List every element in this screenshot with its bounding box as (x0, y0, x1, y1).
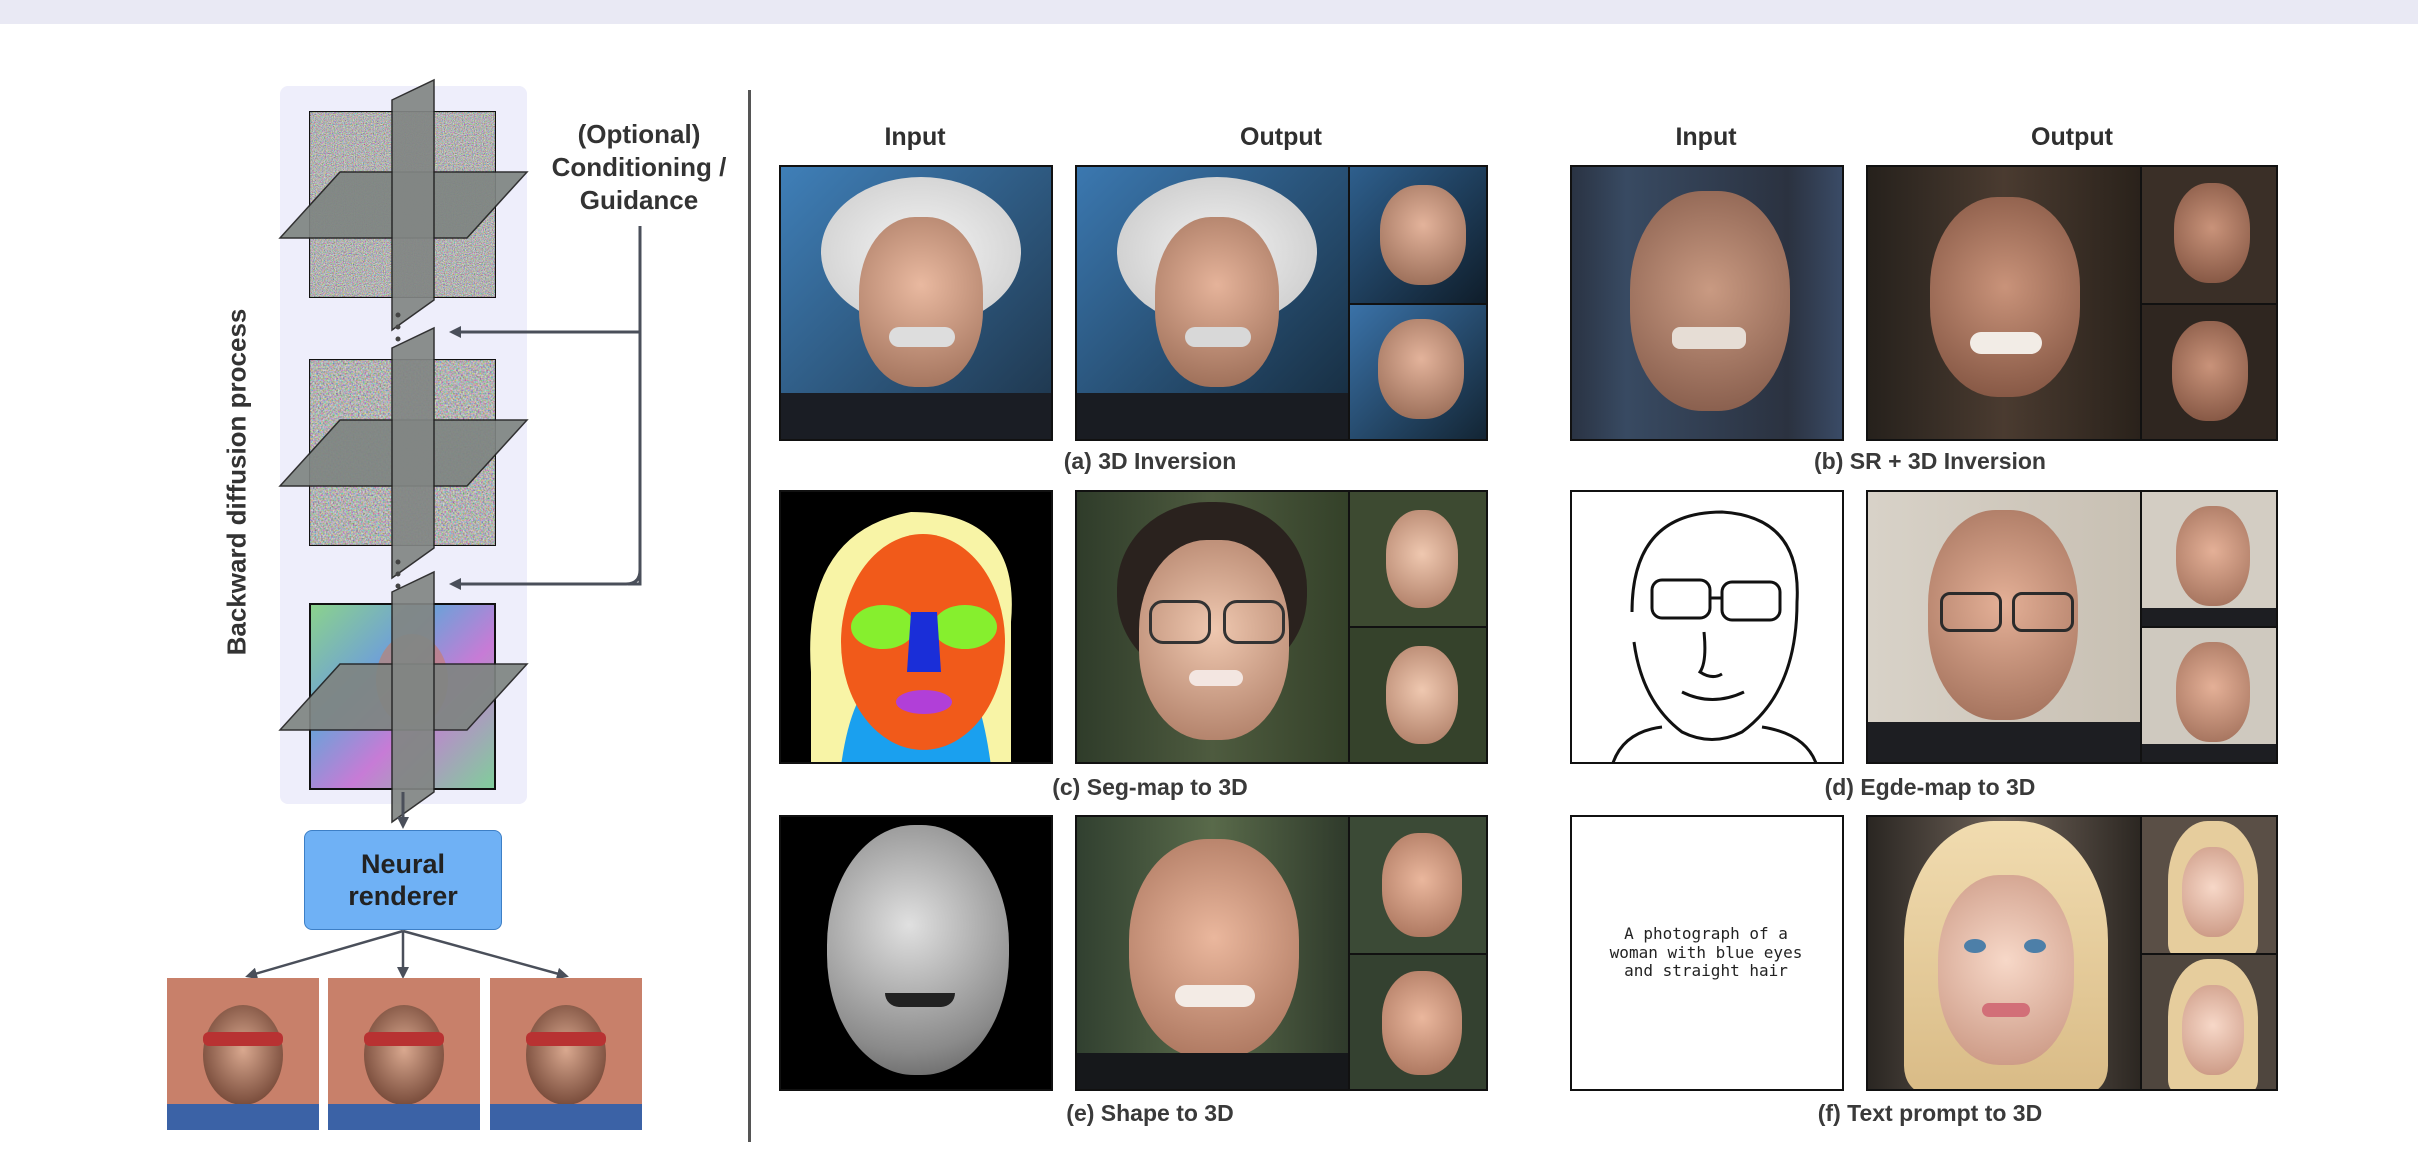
sr-output-main (1866, 165, 2142, 441)
caption-d: (d) Egde-map to 3D (1824, 774, 2036, 800)
neural-renderer-box: Neural renderer (304, 830, 502, 930)
guidance-label: (Optional) Conditioning / Guidance (551, 119, 727, 216)
label-input-left: Input (884, 123, 946, 151)
divider (748, 90, 751, 1142)
einstein-output-view-1 (1348, 165, 1488, 305)
einstein-output-main (1075, 165, 1350, 441)
triplane-3 (278, 570, 529, 824)
caption-a: (a) 3D Inversion (1063, 448, 1237, 474)
edge-output-view-1 (2140, 490, 2278, 628)
text-output-main (1866, 815, 2142, 1091)
seg-output-view-2 (1348, 626, 1488, 764)
caption-f: (f) Text prompt to 3D (1817, 1100, 2043, 1126)
einstein-output-view-2 (1348, 303, 1488, 441)
shape-output-main (1075, 815, 1350, 1091)
seg-output-main (1075, 490, 1350, 764)
seg-output-view-1 (1348, 490, 1488, 628)
lowres-input (1570, 165, 1844, 441)
edge-output-view-2 (2140, 626, 2278, 764)
einstein-input (779, 165, 1053, 441)
shape-output-view-1 (1348, 815, 1488, 955)
sr-output-view-1 (2140, 165, 2278, 305)
shape-output-view-2 (1348, 953, 1488, 1091)
caption-c: (c) Seg-map to 3D (1052, 774, 1248, 800)
text-output-view-2 (2140, 953, 2278, 1091)
caption-b: (b) SR + 3D Inversion (1814, 448, 2046, 474)
edge-output-main (1866, 490, 2142, 764)
caption-e: (e) Shape to 3D (1066, 1100, 1234, 1126)
text-output-view-1 (2140, 815, 2278, 955)
edgemap-input (1570, 490, 1844, 764)
segmap-input (779, 490, 1053, 764)
triplane-1 (278, 78, 529, 332)
rendered-face-3 (490, 978, 642, 1130)
rendered-face-2 (328, 978, 480, 1130)
shape-input (779, 815, 1053, 1091)
label-output-left: Output (1240, 123, 1322, 151)
label-output-right: Output (2031, 123, 2113, 151)
sr-output-view-2 (2140, 303, 2278, 441)
rendered-face-1 (167, 978, 319, 1130)
triplane-2 (278, 326, 529, 580)
text-prompt: A photograph of a woman with blue eyes and… (1609, 924, 1803, 981)
label-input-right: Input (1675, 123, 1737, 151)
